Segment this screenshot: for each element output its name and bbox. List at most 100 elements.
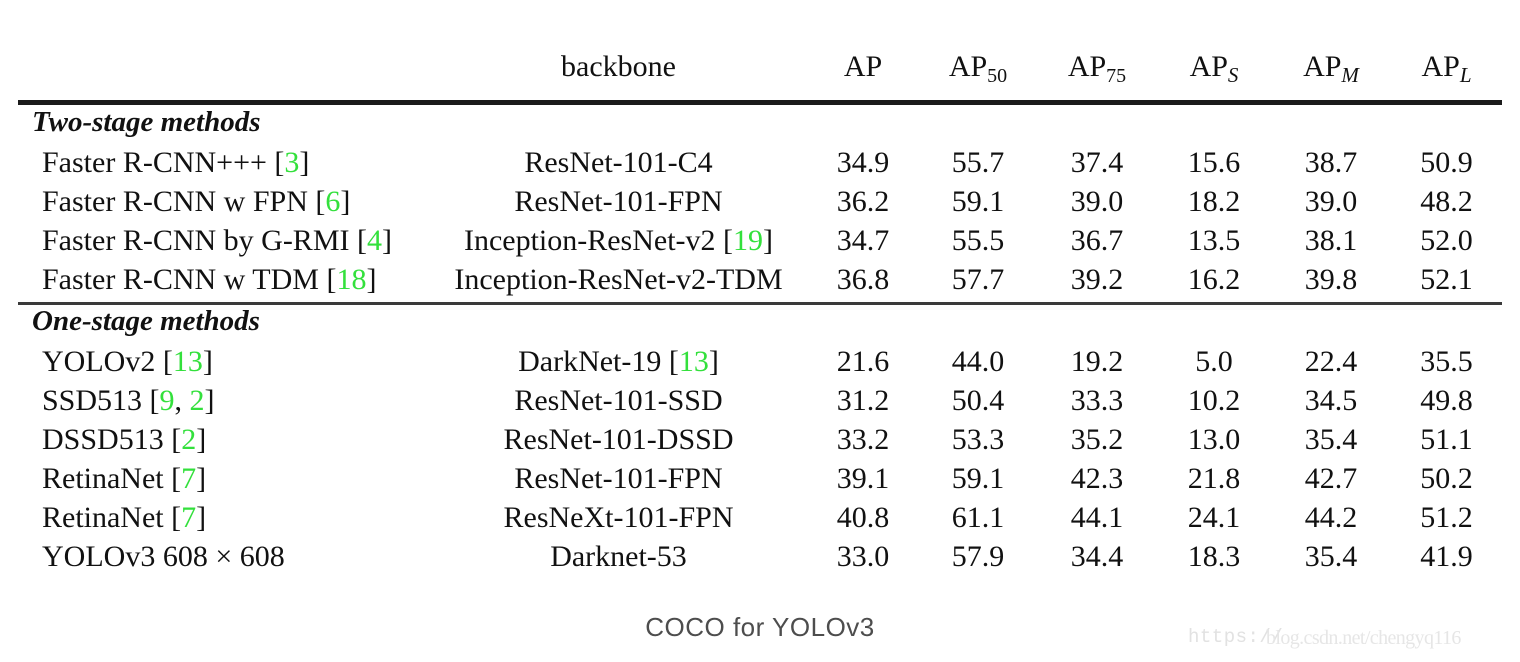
citation-ref[interactable]: [6] [315, 185, 350, 218]
header-subscript: M [1341, 63, 1359, 87]
cell-text: SSD513 [42, 384, 150, 417]
cell-ap75: 34.4 [1070, 540, 1124, 573]
results-table-body: backbone AP AP50 AP75 APS APM APL Two-stage met… [18, 50, 1502, 579]
cell-method: DSSD513 [2] [18, 423, 430, 462]
cell-aps: 24.1 [1187, 501, 1241, 534]
table-row: YOLOv3 608 × 608 Darknet-53 33.0 57.9 34.4 18… [18, 540, 1502, 579]
section-label-row: One-stage methods [18, 305, 1502, 345]
cell-method: RetinaNet [7] [18, 501, 430, 540]
cell-apm: 38.1 [1304, 224, 1358, 257]
cell-aps: 13.0 [1187, 423, 1241, 456]
citation-ref[interactable]: [13] [163, 345, 213, 378]
citation-ref[interactable]: [9, 2] [150, 384, 215, 417]
cell-ap: 21.6 [836, 345, 890, 378]
cell-ap: 31.2 [836, 384, 890, 417]
cell-apl: 41.9 [1420, 540, 1473, 573]
citation-ref[interactable]: [13] [669, 345, 719, 378]
section-empty-cell [919, 305, 1037, 345]
citation-number: 7 [181, 501, 197, 534]
section-empty-cell [1391, 106, 1502, 147]
cell-apl: 50.2 [1420, 462, 1473, 495]
citation-ref[interactable]: [18] [326, 263, 376, 296]
cell-apl: 49.8 [1420, 384, 1473, 417]
table-row: Faster R-CNN by G-RMI [4] Inception-ResNe… [18, 224, 1502, 263]
cell-backbone: ResNet-101-FPN [430, 185, 807, 224]
cell-ap50: 59.1 [951, 185, 1005, 218]
citation-ref[interactable]: [3] [274, 146, 309, 179]
cell-backbone: Darknet-53 [430, 540, 807, 579]
table-row: YOLOv2 [13] DarkNet-19 [13] 21.6 44.0 19.2 5.… [18, 345, 1502, 384]
cell-aps: 5.0 [1195, 345, 1233, 378]
section-label: One-stage methods [32, 305, 260, 337]
table-row: Faster R-CNN+++ [3] ResNet-101-C4 34.9 55.7… [18, 146, 1502, 185]
citation-ref[interactable]: [2] [171, 423, 206, 456]
section-empty-cell [1037, 305, 1157, 345]
cell-ap: 36.2 [836, 185, 890, 218]
cell-text: DSSD513 [42, 423, 172, 456]
cell-text: ResNeXt-101-FPN [503, 501, 734, 534]
cell-aps: 16.2 [1187, 263, 1241, 296]
cell-aps: 18.3 [1187, 540, 1241, 573]
citation-number: 19 [733, 224, 764, 257]
cell-apm: 39.0 [1304, 185, 1358, 218]
cell-text: Darknet-53 [550, 540, 687, 573]
table-row: SSD513 [9, 2] ResNet-101-SSD 31.2 50.4 33.3 1… [18, 384, 1502, 423]
cell-aps: 18.2 [1187, 185, 1241, 218]
citation-ref[interactable]: [7] [171, 501, 206, 534]
cell-method: YOLOv3 608 × 608 [18, 540, 430, 579]
section-empty-cell [807, 305, 919, 345]
cell-ap50: 53.3 [951, 423, 1005, 456]
cell-backbone: DarkNet-19 [13] [430, 345, 807, 384]
header-aps: APS [1189, 50, 1239, 87]
citation-ref[interactable]: [19] [723, 224, 773, 257]
cell-apl: 52.1 [1420, 263, 1473, 296]
table-row: Faster R-CNN w TDM [18] Inception-ResNet-… [18, 263, 1502, 304]
header-ap75: AP75 [1067, 50, 1127, 87]
cell-text: RetinaNet [42, 501, 172, 534]
table-row: Faster R-CNN w FPN [6] ResNet-101-FPN 36.2… [18, 185, 1502, 224]
header-backbone: backbone [561, 50, 676, 83]
cell-text: YOLOv3 608 × 608 [42, 540, 285, 573]
cell-ap: 34.9 [836, 146, 890, 179]
cell-apl: 48.2 [1420, 185, 1473, 218]
cell-apl: 52.0 [1420, 224, 1473, 257]
header-ap50: AP50 [948, 50, 1008, 87]
cell-ap50: 55.7 [951, 146, 1005, 179]
cell-ap: 33.0 [836, 540, 890, 573]
cell-ap: 33.2 [836, 423, 890, 456]
section-empty-cell [1157, 106, 1271, 147]
results-table-container: backbone AP AP50 AP75 APS APM APL Two-stage met… [18, 50, 1502, 595]
cell-apl: 51.1 [1420, 423, 1473, 456]
table-row: RetinaNet [7] ResNeXt-101-FPN 40.8 61.1 44.1… [18, 501, 1502, 540]
header-subscript: 75 [1106, 65, 1127, 87]
cell-text: Faster R-CNN+++ [42, 146, 275, 179]
page-root: backbone AP AP50 AP75 APS APM APL Two-stage met… [0, 0, 1520, 662]
cell-text: ResNet-101-C4 [524, 146, 713, 179]
cell-ap75: 19.2 [1070, 345, 1124, 378]
section-label-row: Two-stage methods [18, 106, 1502, 147]
cell-ap50: 57.7 [951, 263, 1005, 296]
citation-ref[interactable]: [7] [171, 462, 206, 495]
header-subscript: 50 [987, 65, 1008, 87]
cell-apm: 42.7 [1304, 462, 1358, 495]
cell-apm: 34.5 [1304, 384, 1358, 417]
citation-number: 18 [336, 263, 367, 296]
section-empty-cell [807, 106, 919, 147]
cell-ap50: 57.9 [951, 540, 1005, 573]
citation-ref[interactable]: [4] [357, 224, 392, 257]
cell-ap75: 42.3 [1070, 462, 1124, 495]
cell-aps: 21.8 [1187, 462, 1241, 495]
header-apm: APM [1303, 50, 1359, 87]
cell-apm: 38.7 [1304, 146, 1358, 179]
section-empty-cell [1391, 305, 1502, 345]
section-label: Two-stage methods [32, 106, 261, 138]
cell-method: Faster R-CNN+++ [3] [18, 146, 430, 185]
cell-apm: 39.8 [1304, 263, 1358, 296]
cell-apm: 35.4 [1304, 423, 1358, 456]
cell-method: SSD513 [9, 2] [18, 384, 430, 423]
cell-ap75: 39.2 [1070, 263, 1124, 296]
cell-ap75: 44.1 [1070, 501, 1124, 534]
cell-backbone: ResNet-101-C4 [430, 146, 807, 185]
cell-ap50: 44.0 [951, 345, 1005, 378]
header-method [18, 50, 430, 103]
